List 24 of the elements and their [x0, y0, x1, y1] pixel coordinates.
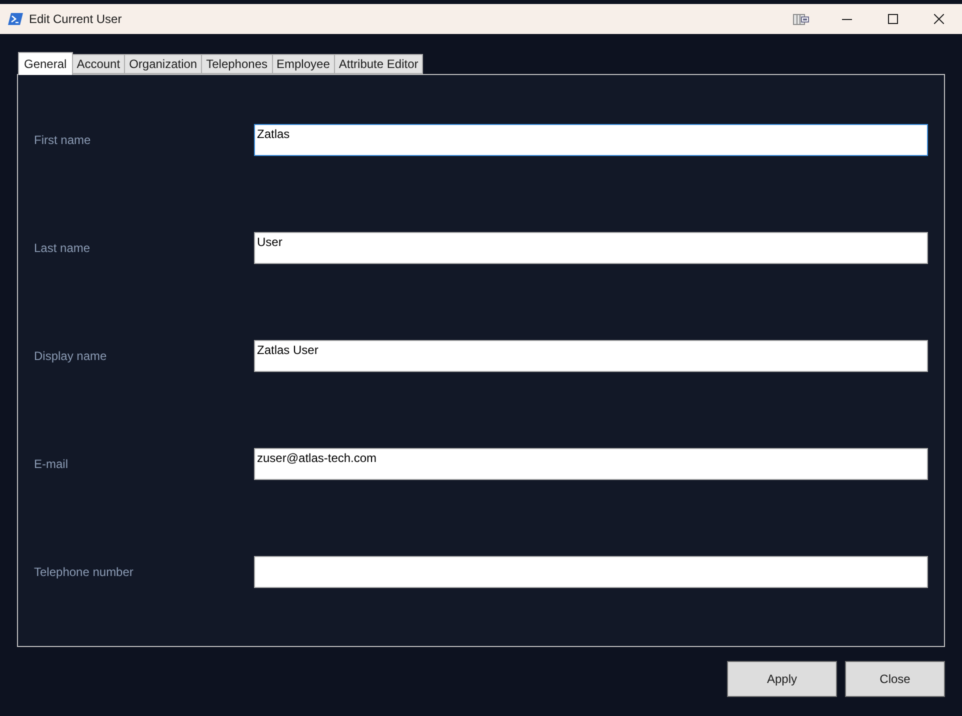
tab[interactable]: Telephones	[202, 54, 272, 74]
maximize-icon	[888, 14, 898, 24]
text-field[interactable]: Zatlas	[254, 124, 928, 156]
dialog-button[interactable]: Close	[845, 661, 945, 697]
tab[interactable]: Attribute Editor	[334, 54, 424, 74]
tab[interactable]: Employee	[272, 54, 335, 74]
tab[interactable]: Account	[72, 54, 126, 74]
terminal-icon	[8, 13, 23, 25]
text-field[interactable]: User	[254, 232, 928, 264]
text-field[interactable]: Zatlas User	[254, 340, 928, 372]
tab[interactable]: Organization	[125, 54, 202, 74]
field-label: Display name	[34, 348, 108, 365]
field-label: E-mail	[34, 456, 70, 473]
window-layout-icon	[793, 14, 809, 24]
field-label: Last name	[34, 240, 92, 257]
field-label: First name	[34, 132, 92, 149]
close-icon	[934, 14, 944, 24]
window-title: Edit Current User	[29, 11, 122, 28]
dialog-button[interactable]: Apply	[727, 661, 837, 697]
minimize-icon	[842, 18, 852, 20]
text-field[interactable]	[254, 556, 928, 588]
text-field[interactable]: zuser@atlas-tech.com	[254, 448, 928, 480]
tab[interactable]: General	[18, 52, 73, 75]
field-label: Telephone number	[34, 564, 134, 581]
